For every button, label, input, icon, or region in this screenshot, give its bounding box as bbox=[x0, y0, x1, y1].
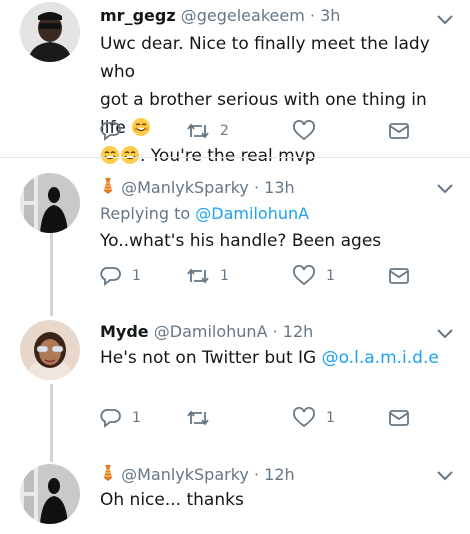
tweet-text: Yo..what's his handle? Been ages bbox=[100, 231, 382, 251]
retweet-icon bbox=[187, 410, 209, 426]
timestamp[interactable]: 12h bbox=[283, 322, 314, 341]
tie-icon bbox=[104, 465, 112, 481]
display-name[interactable]: mr_gegz bbox=[100, 6, 176, 25]
chevron-down-icon[interactable] bbox=[436, 183, 454, 195]
mention-link[interactable]: @DamilohunA bbox=[195, 204, 309, 223]
tie-icon bbox=[104, 178, 112, 194]
reply-button[interactable]: 1 bbox=[100, 265, 141, 287]
dm-button[interactable] bbox=[388, 120, 410, 142]
like-count: 1 bbox=[326, 410, 335, 426]
handle[interactable]: @ManlykSparky bbox=[121, 465, 249, 484]
retweet-count: 1 bbox=[220, 268, 229, 284]
reply-button[interactable]: 1 bbox=[100, 407, 141, 429]
tweet-header: @ManlykSparky · 12h bbox=[100, 464, 295, 484]
like-icon bbox=[293, 407, 315, 428]
chevron-down-icon[interactable] bbox=[436, 328, 454, 340]
thread-line bbox=[50, 232, 53, 316]
thread-line bbox=[50, 384, 53, 462]
replying-to: Replying to @DamilohunA bbox=[100, 204, 310, 223]
handle[interactable]: @gegeleakeem bbox=[181, 6, 305, 25]
tweet-actions: 1 1 1 bbox=[100, 265, 430, 287]
tweet-text: He's not on Twitter but IG @o.l.a.m.i.d.… bbox=[100, 348, 439, 368]
retweet-icon bbox=[187, 268, 209, 284]
smiling-face-emoji bbox=[101, 146, 119, 164]
avatar[interactable] bbox=[20, 2, 80, 62]
chevron-down-icon[interactable] bbox=[436, 14, 454, 26]
like-button[interactable] bbox=[292, 120, 316, 142]
like-icon bbox=[293, 265, 315, 286]
tweet-actions: 1 1 bbox=[100, 407, 430, 429]
reply-icon bbox=[100, 267, 121, 286]
timestamp[interactable]: 12h bbox=[264, 465, 295, 484]
dm-icon bbox=[389, 410, 409, 426]
avatar[interactable] bbox=[20, 464, 80, 524]
tweet-header: mr_gegz @gegeleakeem · 3h bbox=[100, 6, 341, 25]
chevron-down-icon[interactable] bbox=[436, 470, 454, 482]
dm-button[interactable] bbox=[388, 407, 410, 429]
like-button[interactable]: 1 bbox=[292, 265, 335, 287]
like-button[interactable]: 1 bbox=[292, 407, 335, 429]
timestamp[interactable]: 3h bbox=[320, 6, 340, 25]
display-name[interactable]: Myde bbox=[100, 322, 149, 341]
retweet-button[interactable]: 2 bbox=[186, 120, 229, 142]
tweet-header: Myde @DamilohunA · 12h bbox=[100, 322, 314, 341]
reply-icon bbox=[100, 122, 121, 141]
timestamp[interactable]: 13h bbox=[264, 178, 295, 197]
separator bbox=[0, 157, 470, 158]
retweet-button[interactable] bbox=[186, 407, 210, 429]
like-count: 1 bbox=[326, 268, 335, 284]
smiling-face-emoji bbox=[121, 146, 139, 164]
dm-icon bbox=[389, 268, 409, 284]
like-icon bbox=[293, 120, 315, 141]
avatar[interactable] bbox=[20, 320, 80, 380]
tweet-header: @ManlykSparky · 13h bbox=[100, 177, 295, 197]
avatar[interactable] bbox=[20, 173, 80, 233]
dm-icon bbox=[389, 123, 409, 139]
tweet-actions: 2 bbox=[100, 120, 430, 142]
tweet-text: Uwc dear. Nice to finally meet the lady … bbox=[100, 34, 430, 166]
reply-icon bbox=[100, 409, 121, 428]
tweet-text: Oh nice... thanks bbox=[100, 490, 244, 510]
reply-count: 1 bbox=[132, 410, 141, 426]
reply-button[interactable] bbox=[100, 120, 122, 142]
dm-button[interactable] bbox=[388, 265, 410, 287]
retweet-icon bbox=[187, 123, 209, 139]
handle[interactable]: @DamilohunA bbox=[154, 322, 268, 341]
reply-count: 1 bbox=[132, 268, 141, 284]
handle[interactable]: @ManlykSparky bbox=[121, 178, 249, 197]
retweet-count: 2 bbox=[220, 123, 229, 139]
retweet-button[interactable]: 1 bbox=[186, 265, 229, 287]
mention-link[interactable]: @o.l.a.m.i.d.e bbox=[322, 348, 439, 368]
